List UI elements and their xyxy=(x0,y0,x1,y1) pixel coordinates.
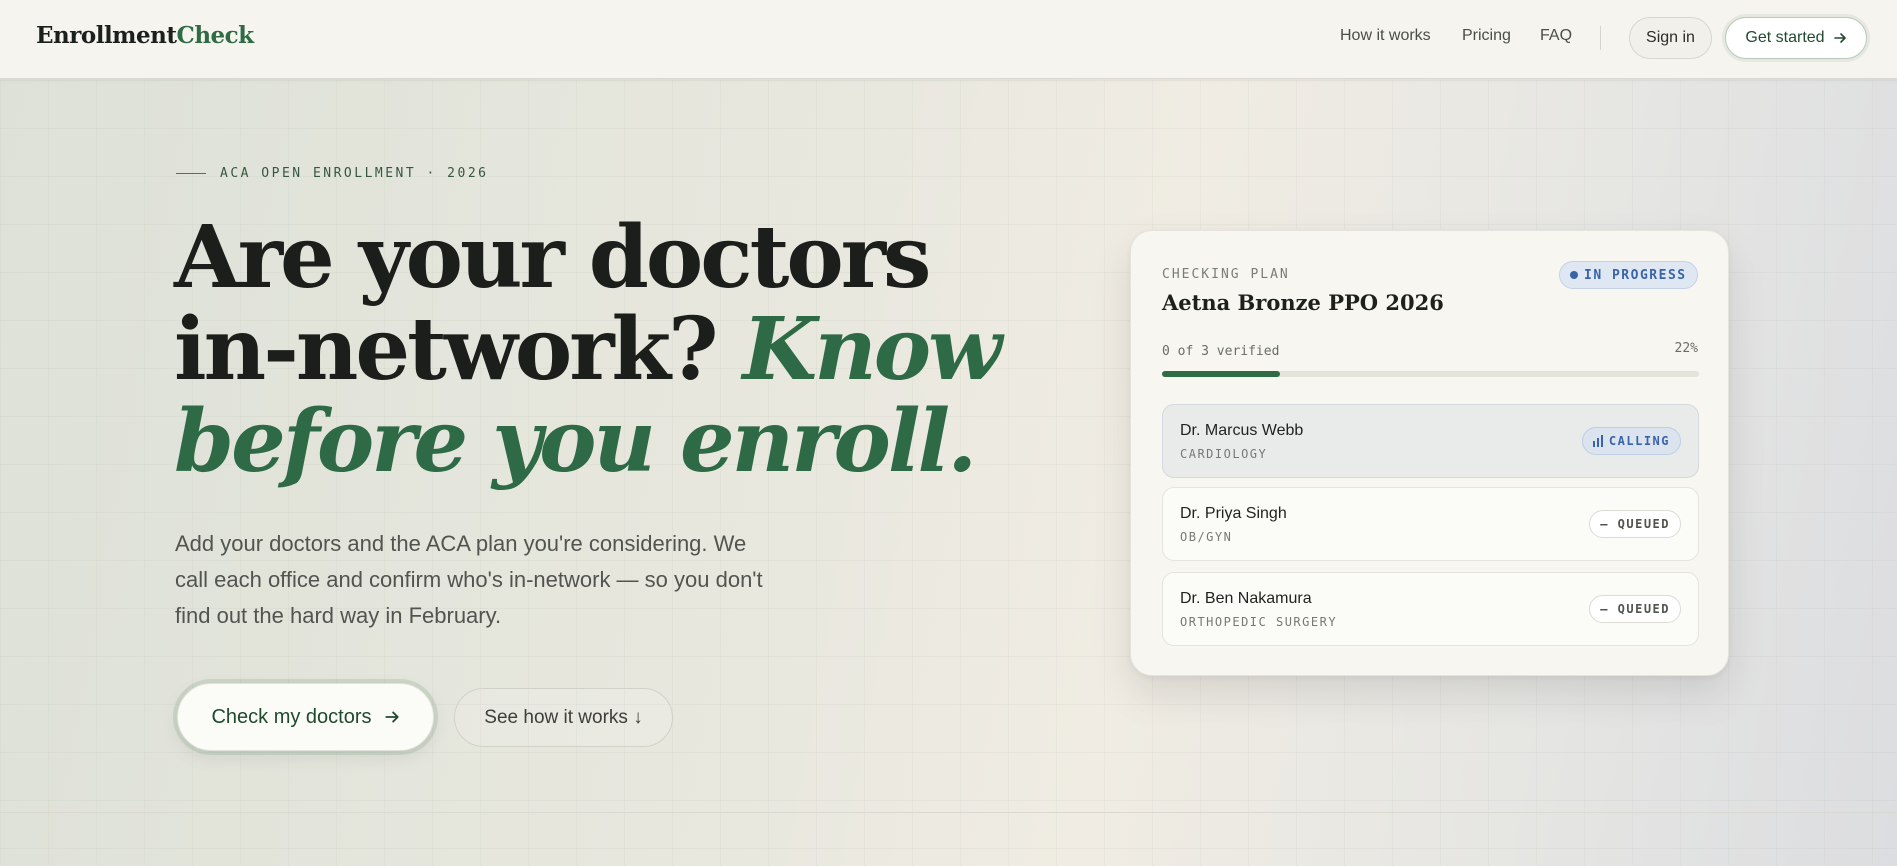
status-dot-icon xyxy=(1570,271,1578,279)
queued-badge: — QUEUED xyxy=(1589,510,1681,538)
get-started-button[interactable]: Get started xyxy=(1725,17,1867,59)
doctor-specialty: CARDIOLOGY xyxy=(1180,447,1268,461)
eyebrow-line xyxy=(176,173,206,174)
doctor-name: Dr. Priya Singh xyxy=(1180,505,1287,522)
nav-divider xyxy=(1600,26,1601,50)
progress-bar xyxy=(1162,371,1699,377)
arrow-right-icon xyxy=(384,711,399,723)
check-my-doctors-button[interactable]: Check my doctors xyxy=(177,683,434,751)
plan-check-card: CHECKING PLAN Aetna Bronze PPO 2026 IN P… xyxy=(1130,230,1729,676)
progress-label: 0 of 3 verified xyxy=(1162,344,1280,359)
top-nav: EnrollmentCheck How it works Pricing FAQ… xyxy=(0,0,1897,79)
calling-badge: CALLING xyxy=(1581,427,1681,455)
signal-bars-icon xyxy=(1592,435,1603,447)
doctor-row[interactable]: Dr. Ben Nakamura ORTHOPEDIC SURGERY — QU… xyxy=(1162,572,1699,646)
status-badge: IN PROGRESS xyxy=(1559,261,1698,289)
nav-link-pricing[interactable]: Pricing xyxy=(1462,27,1511,45)
section-divider xyxy=(0,812,1897,813)
progress-bar-fill xyxy=(1162,371,1281,377)
hero-subtext: Add your doctors and the ACA plan you're… xyxy=(175,531,763,628)
sign-in-button[interactable]: Sign in xyxy=(1629,17,1712,59)
hero-eyebrow: ACA OPEN ENROLLMENT · 2026 xyxy=(176,166,489,181)
see-how-it-works-button[interactable]: See how it works ↓ xyxy=(454,688,673,747)
doctor-row[interactable]: Dr. Marcus Webb CARDIOLOGY CALLING xyxy=(1162,404,1699,478)
queued-badge: — QUEUED xyxy=(1589,595,1681,623)
doctor-specialty: ORTHOPEDIC SURGERY xyxy=(1180,615,1338,629)
card-eyebrow: CHECKING PLAN xyxy=(1162,267,1290,282)
doctor-name: Dr. Marcus Webb xyxy=(1180,422,1304,439)
plan-name: Aetna Bronze PPO 2026 xyxy=(1162,290,1444,315)
hero-headline: Are your doctors in-network? Know before… xyxy=(174,212,1034,488)
status-label: IN PROGRESS xyxy=(1584,267,1687,283)
nav-link-how-it-works[interactable]: How it works xyxy=(1340,27,1431,45)
arrow-right-icon xyxy=(1833,33,1846,43)
get-started-label: Get started xyxy=(1745,29,1825,46)
calling-label: CALLING xyxy=(1608,434,1670,448)
nav-link-faq[interactable]: FAQ xyxy=(1540,27,1572,45)
logo-primary: Enrollment xyxy=(36,22,177,49)
logo-accent: Check xyxy=(176,22,255,49)
doctor-specialty: OB/GYN xyxy=(1180,530,1233,544)
check-my-doctors-label: Check my doctors xyxy=(211,705,372,728)
doctor-row[interactable]: Dr. Priya Singh OB/GYN — QUEUED xyxy=(1162,487,1699,561)
logo[interactable]: EnrollmentCheck xyxy=(36,22,254,49)
doctor-name: Dr. Ben Nakamura xyxy=(1180,590,1312,607)
progress-percent: 22% xyxy=(1674,341,1698,356)
eyebrow-text: ACA OPEN ENROLLMENT · 2026 xyxy=(220,166,489,181)
